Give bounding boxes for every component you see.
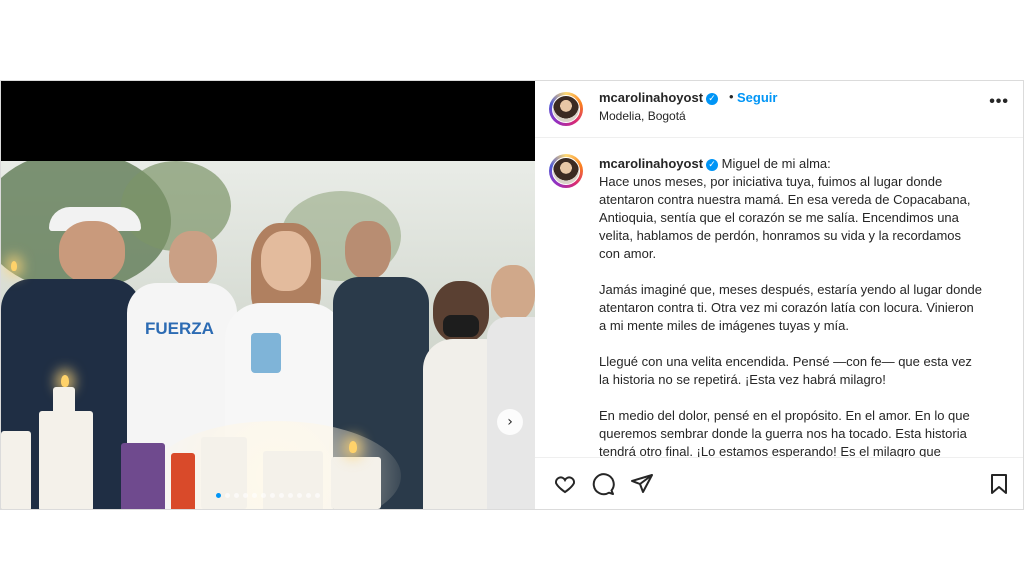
carousel-dot bbox=[225, 493, 230, 498]
carousel-dot bbox=[216, 493, 221, 498]
bookmark-icon[interactable] bbox=[987, 472, 1011, 496]
follow-button[interactable]: Seguir bbox=[737, 90, 777, 105]
next-photo-button[interactable]: › bbox=[497, 409, 523, 435]
caption-area: mcarolinahoyost ✓ Miguel de mi alma: Hace… bbox=[535, 151, 1023, 457]
caption-line: atentaron contra nuestra mamá. En esa ve… bbox=[599, 192, 971, 207]
caption-paragraph-gap bbox=[599, 263, 1015, 281]
instagram-post: FUERZA › mcarolinahoyost ✓ • Seguir Mode… bbox=[0, 80, 1024, 510]
more-options-icon[interactable]: ••• bbox=[989, 93, 1009, 111]
caption-line: queremos sembrar donde la guerra nos ha … bbox=[599, 426, 967, 441]
carousel-dot bbox=[306, 493, 311, 498]
carousel-dot bbox=[261, 493, 266, 498]
heart-icon[interactable] bbox=[553, 472, 577, 496]
header-separator: • bbox=[729, 89, 734, 104]
avatar-image bbox=[552, 157, 580, 185]
caption-username[interactable]: mcarolinahoyost bbox=[599, 156, 703, 171]
carousel-dot bbox=[288, 493, 293, 498]
post-side-panel: mcarolinahoyost ✓ • Seguir Modelia, Bogot… bbox=[535, 81, 1023, 509]
carousel-dot bbox=[297, 493, 302, 498]
caption-paragraph-gap bbox=[599, 335, 1015, 353]
carousel-dots bbox=[1, 485, 535, 503]
candle bbox=[53, 387, 75, 419]
candle-flame bbox=[11, 261, 17, 271]
post-media[interactable]: FUERZA › bbox=[1, 81, 535, 509]
header-username[interactable]: mcarolinahoyost ✓ bbox=[599, 90, 719, 105]
caption-text: mcarolinahoyost ✓ Miguel de mi alma: Hace… bbox=[599, 155, 1015, 457]
comment-icon[interactable] bbox=[591, 472, 615, 496]
post-photo[interactable]: FUERZA › bbox=[1, 161, 535, 509]
caption-line: la historia no se repetirá. ¡Esta vez ha… bbox=[599, 372, 886, 387]
avatar[interactable] bbox=[549, 92, 583, 126]
carousel-dot bbox=[243, 493, 248, 498]
carousel-dot bbox=[252, 493, 257, 498]
person-right bbox=[487, 265, 535, 509]
caption-line: Jamás imaginé que, meses después, estarí… bbox=[599, 282, 983, 297]
carousel-dot bbox=[270, 493, 275, 498]
caption-avatar[interactable] bbox=[549, 154, 583, 188]
carousel-dot bbox=[279, 493, 284, 498]
caption-line: Llegué con una velita encendida. Pensé —… bbox=[599, 354, 972, 369]
caption-line: Antioquia, sentía que el corazón se me s… bbox=[599, 210, 959, 225]
caption-line: atentaron contra ti. Otra vez mi corazón… bbox=[599, 300, 974, 315]
shirt-text: FUERZA bbox=[145, 319, 214, 338]
header-username-text[interactable]: mcarolinahoyost bbox=[599, 90, 703, 105]
caption-line: Hace unos meses, por iniciativa tuya, fu… bbox=[599, 174, 943, 189]
caption-line: tendrá otro final. ¡Lo estamos esperando… bbox=[599, 444, 941, 457]
caption-line: velita, hablamos de perdón, honramos su … bbox=[599, 228, 962, 243]
candle-flame bbox=[61, 375, 69, 387]
caption-line: En medio del dolor, pensé en el propósit… bbox=[599, 408, 970, 423]
verified-badge-icon: ✓ bbox=[706, 92, 719, 105]
caption-line: con amor. bbox=[599, 246, 657, 261]
candle-flame bbox=[349, 441, 357, 453]
caption-line: Miguel de mi alma: bbox=[721, 156, 831, 171]
media-letterbox bbox=[1, 81, 535, 161]
share-icon[interactable] bbox=[630, 472, 654, 496]
caption-first-line: mcarolinahoyost ✓ Miguel de mi alma: bbox=[599, 155, 1015, 173]
verified-badge-icon: ✓ bbox=[706, 158, 719, 171]
carousel-dot bbox=[315, 493, 320, 498]
caption-line: a mi mente miles de imágenes tuyas y mía… bbox=[599, 318, 849, 333]
avatar-image bbox=[552, 95, 580, 123]
action-bar bbox=[535, 457, 1023, 510]
carousel-dot bbox=[234, 493, 239, 498]
location-link[interactable]: Modelia, Bogotá bbox=[599, 109, 686, 123]
caption-paragraph-gap bbox=[599, 389, 1015, 407]
post-header: mcarolinahoyost ✓ • Seguir Modelia, Bogot… bbox=[535, 81, 1023, 138]
